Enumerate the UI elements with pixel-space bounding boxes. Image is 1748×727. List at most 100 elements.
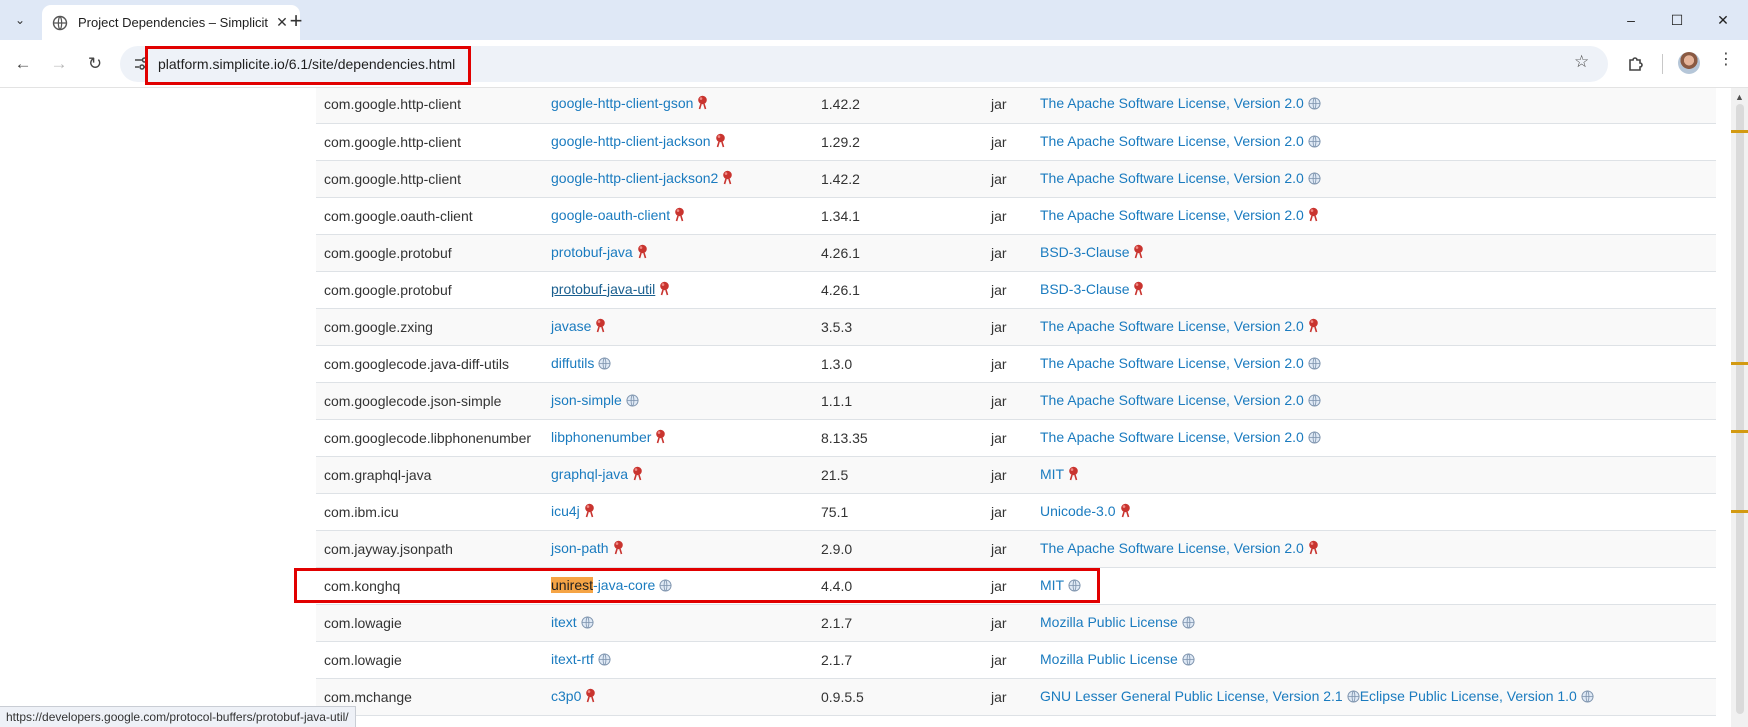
external-link-icon [585, 688, 596, 706]
close-window-button[interactable]: ✕ [1700, 6, 1746, 34]
external-link-icon [722, 170, 733, 188]
back-arrow-icon[interactable]: ← [11, 52, 35, 76]
scrollbar-thumb[interactable] [1736, 104, 1744, 714]
globe-icon [1308, 171, 1321, 188]
globe-icon [626, 393, 639, 410]
external-link-icon [1133, 244, 1144, 262]
version-cell: 8.13.35 [821, 429, 868, 446]
browser-menu-icon[interactable]: ⋮ [1716, 52, 1736, 68]
artifact-link[interactable]: protobuf-java-util [551, 281, 655, 297]
browser-tab[interactable]: Project Dependencies – Simplicité ✕ [42, 5, 300, 40]
type-cell: jar [991, 244, 1007, 261]
external-link-icon [1120, 503, 1131, 521]
artifact-cell: icu4j [543, 493, 813, 530]
table-row: com.jayway.jsonpath json-path 2.9.0 jar The … [316, 530, 1716, 567]
table-row: com.google.protobuf protobuf-java 4.26.1 ja… [316, 234, 1716, 271]
type-cell: jar [991, 392, 1007, 409]
page-content: com.google.http-client google-http-client… [0, 88, 1731, 727]
dependencies-table: com.google.http-client google-http-client… [316, 88, 1716, 716]
artifact-link[interactable]: google-http-client-jackson [551, 133, 711, 149]
artifact-cell: javase [543, 308, 813, 345]
type-cell: jar [991, 355, 1007, 372]
license-link[interactable]: The Apache Software License, Version 2.0 [1040, 95, 1304, 111]
status-url-bubble: https://developers.google.com/protocol-b… [0, 706, 356, 727]
table-row: com.google.zxing javase 3.5.3 jar The Apache… [316, 308, 1716, 345]
artifact-link[interactable]: itext-rtf [551, 651, 594, 667]
license-link[interactable]: Eclipse Public License, Version 1.0 [1360, 688, 1577, 704]
forward-arrow-icon[interactable]: → [47, 52, 71, 76]
license-link[interactable]: The Apache Software License, Version 2.0 [1040, 429, 1304, 445]
external-link-icon [1068, 466, 1079, 484]
globe-icon [52, 15, 68, 31]
reload-icon[interactable]: ↻ [83, 52, 107, 76]
artifact-link[interactable]: protobuf-java [551, 244, 633, 260]
license-link[interactable]: Unicode-3.0 [1040, 503, 1116, 519]
artifact-link[interactable]: itext [551, 614, 577, 630]
license-link[interactable]: The Apache Software License, Version 2.0 [1040, 355, 1304, 371]
tab-search-chevron-down-icon[interactable]: ⌄ [8, 8, 32, 32]
group-id-cell: com.googlecode.json-simple [324, 392, 502, 409]
license-link[interactable]: GNU Lesser General Public License, Versi… [1040, 688, 1343, 704]
external-link-icon [1308, 318, 1319, 336]
license-cell: Unicode-3.0 [1032, 493, 1716, 530]
scroll-up-icon[interactable]: ▲ [1735, 92, 1744, 102]
bookmark-star-icon[interactable]: ☆ [1574, 52, 1589, 72]
license-link[interactable]: The Apache Software License, Version 2.0 [1040, 318, 1304, 334]
type-cell: jar [991, 170, 1007, 187]
artifact-link[interactable]: google-oauth-client [551, 207, 670, 223]
version-cell: 1.3.0 [821, 355, 853, 372]
version-cell: 2.9.0 [821, 540, 853, 557]
artifact-link[interactable]: c3p0 [551, 688, 581, 704]
artifact-link[interactable]: diffutils [551, 355, 594, 371]
profile-avatar[interactable] [1678, 52, 1700, 74]
version-cell: 4.26.1 [821, 244, 860, 261]
artifact-link[interactable]: libphonenumber [551, 429, 651, 445]
extensions-puzzle-icon[interactable] [1626, 54, 1646, 74]
artifact-link[interactable]: google-http-client-jackson2 [551, 170, 718, 186]
artifact-cell: google-oauth-client [543, 197, 813, 234]
license-link[interactable]: The Apache Software License, Version 2.0 [1040, 392, 1304, 408]
globe-icon [1347, 689, 1360, 706]
artifact-cell: itext [543, 604, 813, 641]
group-id-cell: com.graphql-java [324, 466, 432, 483]
scroll-search-marker [1731, 510, 1748, 513]
table-row: com.googlecode.libphonenumber libphonenum… [316, 419, 1716, 456]
version-cell: 1.34.1 [821, 207, 860, 224]
artifact-link[interactable]: json-path [551, 540, 609, 556]
license-link[interactable]: MIT [1040, 466, 1064, 482]
table-row: com.googlecode.json-simple json-simple 1.1… [316, 382, 1716, 419]
globe-icon [1308, 97, 1321, 113]
type-cell: jar [991, 466, 1007, 483]
license-link[interactable]: The Apache Software License, Version 2.0 [1040, 540, 1304, 556]
type-cell: jar [991, 614, 1007, 631]
artifact-link[interactable]: graphql-java [551, 466, 628, 482]
maximize-button[interactable]: ☐ [1654, 6, 1700, 34]
license-link[interactable]: Mozilla Public License [1040, 614, 1178, 630]
license-cell: The Apache Software License, Version 2.0 [1032, 530, 1716, 567]
artifact-cell: diffutils [543, 345, 813, 382]
license-link[interactable]: The Apache Software License, Version 2.0 [1040, 170, 1304, 186]
license-cell: The Apache Software License, Version 2.0 [1032, 345, 1716, 382]
globe-icon [1581, 689, 1594, 706]
license-link[interactable]: The Apache Software License, Version 2.0 [1040, 133, 1304, 149]
license-link[interactable]: BSD-3-Clause [1040, 281, 1129, 297]
artifact-link[interactable]: icu4j [551, 503, 580, 519]
new-tab-plus-icon[interactable]: + [284, 9, 308, 33]
license-cell: The Apache Software License, Version 2.0 [1032, 419, 1716, 456]
external-link-icon [1308, 207, 1319, 225]
table-row: com.lowagie itext 2.1.7 jar Mozilla Public L… [316, 604, 1716, 641]
group-id-cell: com.lowagie [324, 651, 402, 668]
globe-icon [1182, 615, 1195, 632]
license-link[interactable]: The Apache Software License, Version 2.0 [1040, 207, 1304, 223]
type-cell: jar [991, 281, 1007, 298]
artifact-link[interactable]: google-http-client-gson [551, 95, 693, 111]
minimize-button[interactable]: – [1608, 6, 1654, 34]
table-row: com.googlecode.java-diff-utils diffutils 1… [316, 345, 1716, 382]
license-link[interactable]: BSD-3-Clause [1040, 244, 1129, 260]
artifact-link[interactable]: javase [551, 318, 591, 334]
artifact-cell: c3p0 [543, 678, 813, 715]
license-cell: The Apache Software License, Version 2.0 [1032, 308, 1716, 345]
artifact-link[interactable]: json-simple [551, 392, 622, 408]
type-cell: jar [991, 540, 1007, 557]
license-link[interactable]: Mozilla Public License [1040, 651, 1178, 667]
